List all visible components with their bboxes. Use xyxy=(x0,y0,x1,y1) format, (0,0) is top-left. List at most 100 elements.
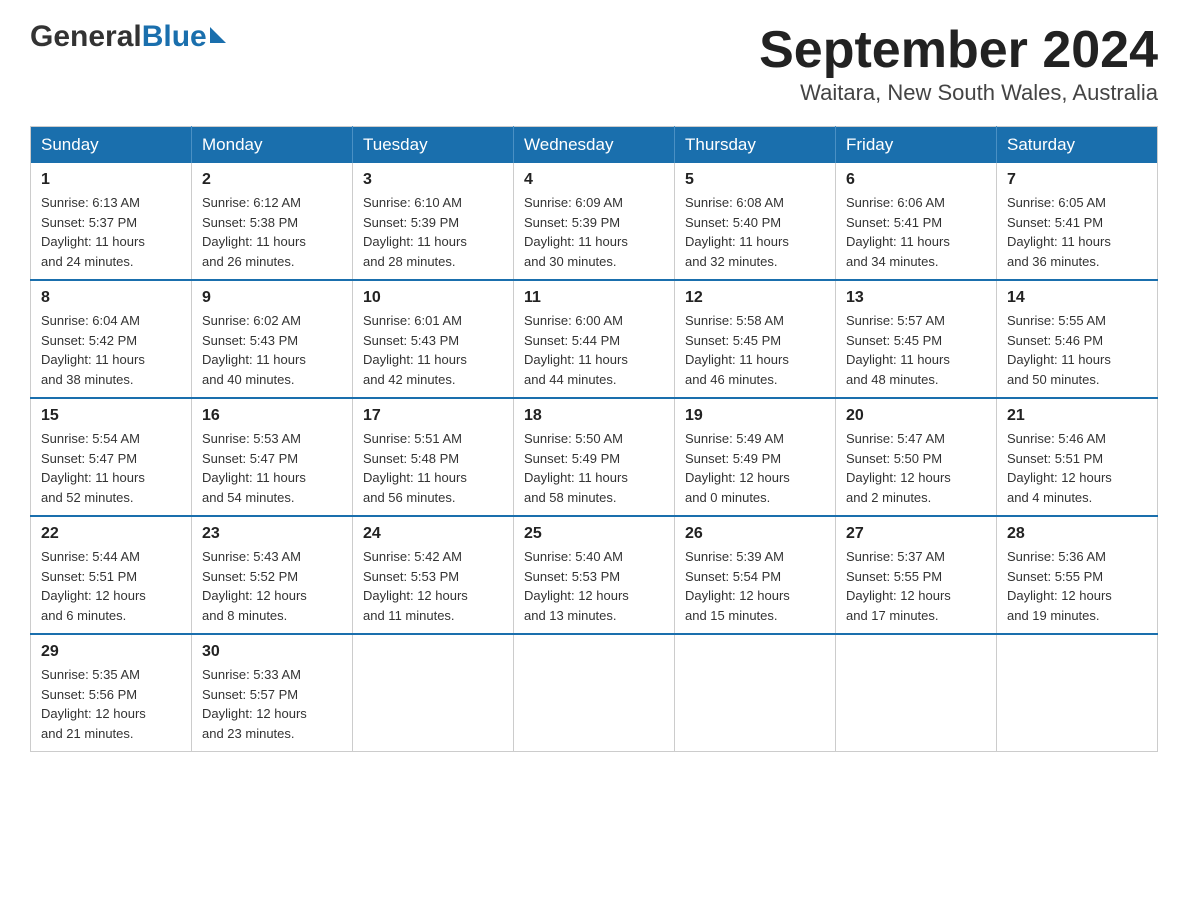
day-info: Sunrise: 6:08 AMSunset: 5:40 PMDaylight:… xyxy=(685,193,825,271)
calendar-cell xyxy=(836,634,997,752)
day-info: Sunrise: 6:00 AMSunset: 5:44 PMDaylight:… xyxy=(524,311,664,389)
day-number: 11 xyxy=(524,289,664,307)
day-number: 20 xyxy=(846,407,986,425)
day-number: 1 xyxy=(41,171,181,189)
calendar-week-row: 1 Sunrise: 6:13 AMSunset: 5:37 PMDaylight… xyxy=(31,163,1158,280)
calendar-cell: 2 Sunrise: 6:12 AMSunset: 5:38 PMDaylight… xyxy=(192,163,353,280)
calendar-cell: 10 Sunrise: 6:01 AMSunset: 5:43 PMDayligh… xyxy=(353,280,514,398)
day-number: 8 xyxy=(41,289,181,307)
calendar-cell xyxy=(997,634,1158,752)
calendar-cell: 5 Sunrise: 6:08 AMSunset: 5:40 PMDaylight… xyxy=(675,163,836,280)
col-tuesday: Tuesday xyxy=(353,127,514,164)
day-number: 15 xyxy=(41,407,181,425)
day-number: 5 xyxy=(685,171,825,189)
calendar-cell: 16Sunrise: 5:53 AMSunset: 5:47 PMDayligh… xyxy=(192,398,353,516)
day-info: Sunrise: 6:13 AMSunset: 5:37 PMDaylight:… xyxy=(41,193,181,271)
day-info: Sunrise: 6:06 AMSunset: 5:41 PMDaylight:… xyxy=(846,193,986,271)
col-thursday: Thursday xyxy=(675,127,836,164)
calendar-cell: 9 Sunrise: 6:02 AMSunset: 5:43 PMDaylight… xyxy=(192,280,353,398)
calendar-cell xyxy=(514,634,675,752)
day-info: Sunrise: 5:35 AMSunset: 5:56 PMDaylight:… xyxy=(41,665,181,743)
day-number: 29 xyxy=(41,643,181,661)
day-number: 23 xyxy=(202,525,342,543)
day-number: 10 xyxy=(363,289,503,307)
day-info: Sunrise: 5:36 AMSunset: 5:55 PMDaylight:… xyxy=(1007,547,1147,625)
calendar-cell: 13 Sunrise: 5:57 AMSunset: 5:45 PMDayligh… xyxy=(836,280,997,398)
calendar-cell: 12Sunrise: 5:58 AMSunset: 5:45 PMDayligh… xyxy=(675,280,836,398)
calendar-cell: 29 Sunrise: 5:35 AMSunset: 5:56 PMDayligh… xyxy=(31,634,192,752)
day-number: 2 xyxy=(202,171,342,189)
col-wednesday: Wednesday xyxy=(514,127,675,164)
calendar-cell: 6 Sunrise: 6:06 AMSunset: 5:41 PMDaylight… xyxy=(836,163,997,280)
logo: General Blue xyxy=(30,20,226,54)
day-info: Sunrise: 5:53 AMSunset: 5:47 PMDaylight:… xyxy=(202,429,342,507)
calendar-cell: 11 Sunrise: 6:00 AMSunset: 5:44 PMDayligh… xyxy=(514,280,675,398)
calendar-cell: 19 Sunrise: 5:49 AMSunset: 5:49 PMDayligh… xyxy=(675,398,836,516)
calendar-week-row: 15 Sunrise: 5:54 AMSunset: 5:47 PMDayligh… xyxy=(31,398,1158,516)
logo-arrow-icon xyxy=(210,27,226,43)
title-block: September 2024 Waitara, New South Wales,… xyxy=(759,20,1158,106)
day-info: Sunrise: 6:02 AMSunset: 5:43 PMDaylight:… xyxy=(202,311,342,389)
day-info: Sunrise: 5:37 AMSunset: 5:55 PMDaylight:… xyxy=(846,547,986,625)
day-number: 17 xyxy=(363,407,503,425)
calendar-cell: 15 Sunrise: 5:54 AMSunset: 5:47 PMDayligh… xyxy=(31,398,192,516)
day-number: 26 xyxy=(685,525,825,543)
calendar-header-row: Sunday Monday Tuesday Wednesday Thursday… xyxy=(31,127,1158,164)
page-header: General Blue September 2024 Waitara, New… xyxy=(30,20,1158,106)
calendar-cell: 20 Sunrise: 5:47 AMSunset: 5:50 PMDayligh… xyxy=(836,398,997,516)
calendar-table: Sunday Monday Tuesday Wednesday Thursday… xyxy=(30,126,1158,752)
day-info: Sunrise: 5:39 AMSunset: 5:54 PMDaylight:… xyxy=(685,547,825,625)
logo-blue-text: Blue xyxy=(142,20,207,54)
day-info: Sunrise: 6:10 AMSunset: 5:39 PMDaylight:… xyxy=(363,193,503,271)
calendar-cell: 17 Sunrise: 5:51 AMSunset: 5:48 PMDayligh… xyxy=(353,398,514,516)
calendar-cell: 30Sunrise: 5:33 AMSunset: 5:57 PMDayligh… xyxy=(192,634,353,752)
calendar-cell: 14Sunrise: 5:55 AMSunset: 5:46 PMDayligh… xyxy=(997,280,1158,398)
calendar-cell: 27Sunrise: 5:37 AMSunset: 5:55 PMDayligh… xyxy=(836,516,997,634)
col-saturday: Saturday xyxy=(997,127,1158,164)
day-info: Sunrise: 5:40 AMSunset: 5:53 PMDaylight:… xyxy=(524,547,664,625)
day-number: 21 xyxy=(1007,407,1147,425)
day-number: 13 xyxy=(846,289,986,307)
day-number: 19 xyxy=(685,407,825,425)
day-info: Sunrise: 5:42 AMSunset: 5:53 PMDaylight:… xyxy=(363,547,503,625)
calendar-cell: 18Sunrise: 5:50 AMSunset: 5:49 PMDayligh… xyxy=(514,398,675,516)
day-info: Sunrise: 5:46 AMSunset: 5:51 PMDaylight:… xyxy=(1007,429,1147,507)
day-number: 7 xyxy=(1007,171,1147,189)
day-info: Sunrise: 5:50 AMSunset: 5:49 PMDaylight:… xyxy=(524,429,664,507)
day-info: Sunrise: 5:58 AMSunset: 5:45 PMDaylight:… xyxy=(685,311,825,389)
day-number: 6 xyxy=(846,171,986,189)
calendar-cell: 22 Sunrise: 5:44 AMSunset: 5:51 PMDayligh… xyxy=(31,516,192,634)
calendar-week-row: 22 Sunrise: 5:44 AMSunset: 5:51 PMDayligh… xyxy=(31,516,1158,634)
calendar-cell: 3 Sunrise: 6:10 AMSunset: 5:39 PMDaylight… xyxy=(353,163,514,280)
day-number: 25 xyxy=(524,525,664,543)
day-info: Sunrise: 5:47 AMSunset: 5:50 PMDaylight:… xyxy=(846,429,986,507)
day-info: Sunrise: 5:51 AMSunset: 5:48 PMDaylight:… xyxy=(363,429,503,507)
calendar-cell: 7 Sunrise: 6:05 AMSunset: 5:41 PMDaylight… xyxy=(997,163,1158,280)
day-info: Sunrise: 5:49 AMSunset: 5:49 PMDaylight:… xyxy=(685,429,825,507)
calendar-week-row: 8Sunrise: 6:04 AMSunset: 5:42 PMDaylight… xyxy=(31,280,1158,398)
logo-general-text: General xyxy=(30,20,142,54)
calendar-cell: 1 Sunrise: 6:13 AMSunset: 5:37 PMDaylight… xyxy=(31,163,192,280)
calendar-week-row: 29 Sunrise: 5:35 AMSunset: 5:56 PMDayligh… xyxy=(31,634,1158,752)
day-info: Sunrise: 6:01 AMSunset: 5:43 PMDaylight:… xyxy=(363,311,503,389)
day-number: 22 xyxy=(41,525,181,543)
day-info: Sunrise: 5:54 AMSunset: 5:47 PMDaylight:… xyxy=(41,429,181,507)
calendar-cell: 23Sunrise: 5:43 AMSunset: 5:52 PMDayligh… xyxy=(192,516,353,634)
day-info: Sunrise: 6:12 AMSunset: 5:38 PMDaylight:… xyxy=(202,193,342,271)
day-number: 4 xyxy=(524,171,664,189)
month-title: September 2024 xyxy=(759,20,1158,80)
col-sunday: Sunday xyxy=(31,127,192,164)
day-number: 28 xyxy=(1007,525,1147,543)
day-number: 9 xyxy=(202,289,342,307)
calendar-cell xyxy=(353,634,514,752)
calendar-cell xyxy=(675,634,836,752)
calendar-cell: 24Sunrise: 5:42 AMSunset: 5:53 PMDayligh… xyxy=(353,516,514,634)
day-info: Sunrise: 6:05 AMSunset: 5:41 PMDaylight:… xyxy=(1007,193,1147,271)
day-number: 3 xyxy=(363,171,503,189)
calendar-cell: 25 Sunrise: 5:40 AMSunset: 5:53 PMDayligh… xyxy=(514,516,675,634)
day-info: Sunrise: 5:44 AMSunset: 5:51 PMDaylight:… xyxy=(41,547,181,625)
calendar-cell: 8Sunrise: 6:04 AMSunset: 5:42 PMDaylight… xyxy=(31,280,192,398)
col-monday: Monday xyxy=(192,127,353,164)
day-info: Sunrise: 6:09 AMSunset: 5:39 PMDaylight:… xyxy=(524,193,664,271)
day-info: Sunrise: 5:57 AMSunset: 5:45 PMDaylight:… xyxy=(846,311,986,389)
